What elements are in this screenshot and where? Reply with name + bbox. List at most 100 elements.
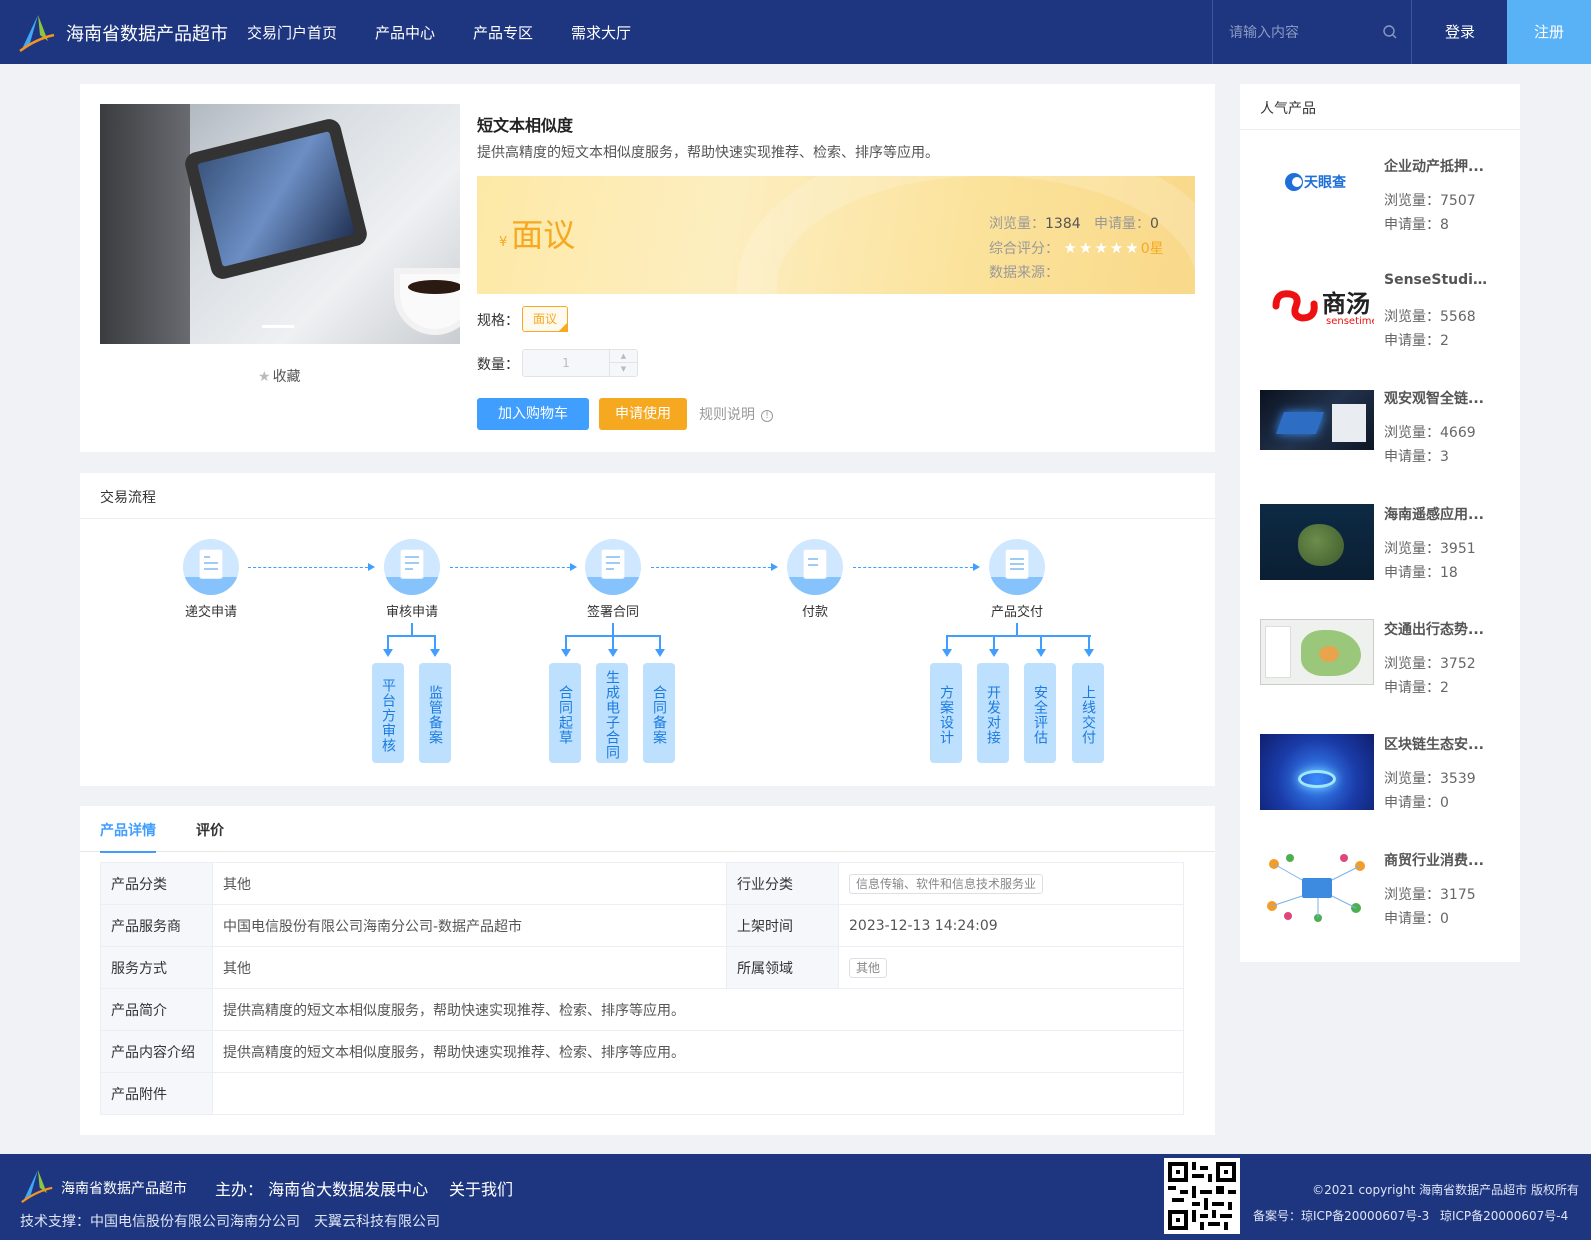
search-icon[interactable] (1383, 25, 1397, 39)
popular-products: 人气产品 天眼查 企业动产抵押... 浏览量：7507 申请量：8 商汤 sen… (1240, 84, 1520, 962)
nav-demand-hall[interactable]: 需求大厅 (571, 22, 631, 43)
popular-item-5[interactable]: 区块链生态安... 浏览量：3539 申请量：0 (1260, 734, 1500, 811)
footer-site-name: 海南省数据产品超市 (61, 1181, 187, 1197)
popular-thumb (1260, 619, 1374, 685)
tab-product-details[interactable]: 产品详情 (100, 820, 156, 853)
product-title: 短文本相似度 (477, 116, 574, 135)
footer-tech-support: 技术支撑：中国电信股份有限公司海南分公司 (20, 1214, 300, 1230)
industry-tag: 信息传输、软件和信息技术服务业 (849, 873, 1044, 894)
data-source: 数据来源： (989, 265, 1059, 281)
product-stats: 浏览量：1384 申请量：0 综合评分： ★★★★★0星 数据来源： (989, 212, 1164, 285)
rating-value: 0星 (1140, 241, 1164, 257)
table-row: 产品分类 其他 行业分类 信息传输、软件和信息技术服务业 (100, 862, 1184, 905)
substep-regulatory-filing: 监管备案 (419, 663, 451, 763)
details-table: 产品分类 其他 行业分类 信息传输、软件和信息技术服务业 产品服务商 中国电信股份有限… (100, 862, 1184, 1115)
views-count: 1384 (1045, 216, 1081, 232)
site-title[interactable]: 海南省数据产品超市 (66, 20, 228, 46)
substep-go-live: 上线交付 (1072, 663, 1104, 763)
details-card: 产品详情 评价 产品分类 其他 行业分类 信息传输、软件和信息技术服务业 产品服务商… (80, 806, 1215, 1135)
popular-item-1[interactable]: 商汤 sensetime SenseStudio... 浏览量：5568 申请量… (1260, 272, 1500, 349)
popular-thumb: 天眼查 (1260, 156, 1374, 232)
rating-stars-icon: ★★★★★ (1063, 239, 1141, 257)
step-contract: 签署合同 (563, 539, 663, 620)
spec-label: 规格： (477, 313, 519, 329)
product-card: ★ 收藏 短文本相似度 提供高精度的短文本相似度服务，帮助快速实现推荐、检索、排序… (80, 84, 1215, 452)
nav-product-zone[interactable]: 产品专区 (473, 22, 533, 43)
site-logo-icon[interactable] (18, 13, 56, 53)
table-row: 产品服务商 中国电信股份有限公司海南分公司-数据产品超市 上架时间 2023-12-… (100, 904, 1184, 947)
popular-thumb (1260, 390, 1374, 450)
login-button[interactable]: 登录 (1413, 0, 1507, 64)
footer-icp-2[interactable]: 琼ICP备20000607号-4 (1440, 1207, 1568, 1224)
substep-security-assessment: 安全评估 (1024, 663, 1056, 763)
popular-item-3[interactable]: 海南遥感应用... 浏览量：3951 申请量：18 (1260, 504, 1500, 581)
step-delivery: 产品交付 (967, 539, 1067, 620)
step-payment: 付款 (765, 539, 865, 620)
price-panel: ¥ 面议 浏览量：1384 申请量：0 综合评分： ★★★★★0星 数据来源： (477, 176, 1195, 294)
star-icon: ★ (258, 369, 271, 385)
product-image-arm (100, 104, 190, 344)
popular-item-6[interactable]: 商贸行业消费... 浏览量：3175 申请量：0 (1260, 850, 1500, 927)
table-row: 产品附件 (100, 1072, 1184, 1115)
step-review: 审核申请 (362, 539, 462, 620)
table-row: 服务方式 其他 所属领域 其他 (100, 946, 1184, 989)
favorite-button[interactable]: ★ 收藏 (258, 366, 301, 386)
add-to-cart-button[interactable]: 加入购物车 (477, 398, 589, 430)
product-description: 提供高精度的短文本相似度服务，帮助快速实现推荐、检索、排序等应用。 (477, 145, 939, 161)
nav-home[interactable]: 交易门户首页 (247, 22, 337, 43)
register-button[interactable]: 注册 (1507, 0, 1591, 64)
substep-dev-integration: 开发对接 (977, 663, 1009, 763)
quantity-stepper: ▲▼ (522, 349, 638, 377)
substep-platform-review: 平台方审核 (372, 663, 404, 763)
process-title: 交易流程 (100, 490, 156, 506)
carousel-indicator[interactable] (262, 325, 294, 328)
table-row: 产品内容介绍 提供高精度的短文本相似度服务，帮助快速实现推荐、检索、排序等应用。 (100, 1030, 1184, 1073)
top-header: 海南省数据产品超市 交易门户首页 产品中心 产品专区 需求大厅 登录 注册 (0, 0, 1591, 64)
popular-item-2[interactable]: 观安观智全链... 浏览量：4669 申请量：3 (1260, 388, 1500, 465)
product-image-cup (400, 274, 460, 329)
product-image[interactable] (100, 104, 460, 344)
footer-tech-support-2: 天翼云科技有限公司 (314, 1214, 440, 1230)
footer-about-link[interactable]: 关于我们 (449, 1176, 513, 1200)
tab-reviews[interactable]: 评价 (196, 820, 224, 840)
popular-title: 人气产品 (1260, 101, 1316, 117)
network-diagram-icon (1267, 854, 1365, 922)
footer-logo-icon (21, 1169, 53, 1204)
substep-solution-design: 方案设计 (930, 663, 962, 763)
footer-icp-1[interactable]: 备案号：琼ICP备20000607号-3 (1253, 1207, 1429, 1224)
spec-option[interactable]: 面议 (522, 306, 568, 332)
quantity-input[interactable] (523, 350, 609, 376)
qr-code-icon (1164, 1158, 1240, 1234)
rules-link[interactable]: 规则说明! (699, 404, 773, 424)
table-row: 产品简介 提供高精度的短文本相似度服务，帮助快速实现推荐、检索、排序等应用。 (100, 988, 1184, 1031)
substep-contract-filing: 合同备案 (643, 663, 675, 763)
footer: 海南省数据产品超市 主办： 海南省大数据发展中心 关于我们 技术支撑：中国电信股… (0, 1154, 1591, 1240)
popular-thumb (1260, 504, 1374, 580)
popular-item-4[interactable]: 交通出行态势... 浏览量：3752 申请量：2 (1260, 619, 1500, 696)
nav-product-center[interactable]: 产品中心 (375, 22, 435, 43)
domain-tag: 其他 (849, 957, 888, 978)
details-tabs: 产品详情 评价 (80, 806, 1215, 853)
main-nav: 交易门户首页 产品中心 产品专区 需求大厅 (247, 22, 669, 43)
substep-contract-draft: 合同起草 (549, 663, 581, 763)
price: ¥ 面议 (499, 216, 576, 254)
step-submit: 递交申请 (161, 539, 261, 620)
search-input[interactable] (1229, 22, 1379, 44)
footer-host: 主办： 海南省大数据发展中心 (215, 1180, 429, 1199)
popular-thumb (1260, 850, 1374, 926)
search-box (1212, 0, 1412, 64)
apply-use-button[interactable]: 申请使用 (599, 398, 687, 430)
popular-thumb (1260, 734, 1374, 810)
apply-count: 0 (1150, 216, 1159, 232)
footer-copyright: ©2021 copyright 海南省数据产品超市 版权所有 (1312, 1183, 1579, 1197)
quantity-down-icon[interactable]: ▼ (610, 363, 637, 376)
popular-item-0[interactable]: 天眼查 企业动产抵押... 浏览量：7507 申请量：8 (1260, 156, 1500, 233)
product-image-tablet (182, 116, 370, 282)
quantity-label: 数量： (477, 357, 519, 373)
substep-e-contract: 生成电子合同 (596, 663, 628, 763)
info-icon: ! (761, 410, 773, 422)
process-card: 交易流程 递交申请 审核申请 签署合同 付款 产品交付 平台方审核 监管备案 合… (80, 473, 1215, 786)
tianyancha-logo-icon (1285, 173, 1303, 191)
popular-thumb: 商汤 sensetime (1260, 272, 1374, 348)
quantity-up-icon[interactable]: ▲ (610, 350, 637, 363)
